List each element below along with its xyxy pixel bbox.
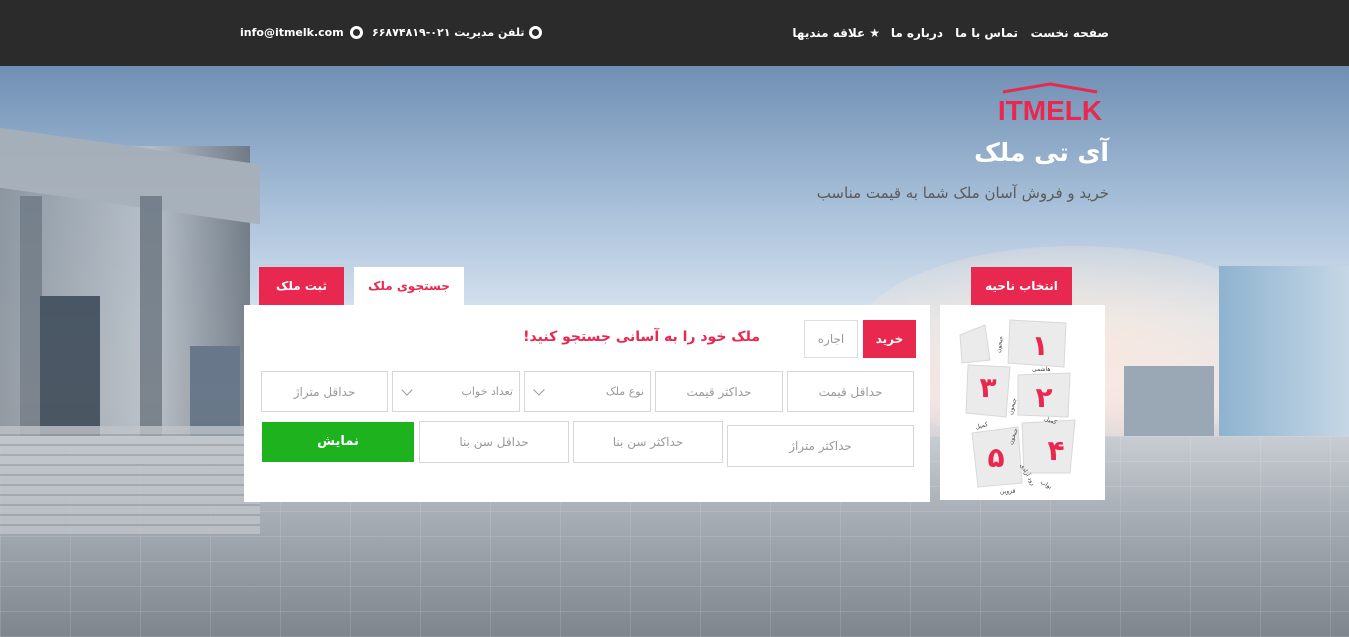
min-building-age-input[interactable] — [419, 421, 569, 463]
phone-icon — [529, 26, 543, 39]
tab-register-property[interactable]: ثبت ملک — [259, 267, 344, 305]
tab-select-region[interactable]: انتخاب ناحیه — [971, 267, 1072, 305]
nav-favorites-label: علاقه مندیها — [792, 26, 866, 40]
map-street-6: نواب — [1039, 479, 1053, 491]
phone-text: تلفن مدیریت ۰۲۱-۶۶۸۷۴۸۱۹ — [372, 26, 525, 39]
map-street-2: جیحون — [995, 335, 1005, 353]
map-zone-label-2: ۲ — [1035, 381, 1052, 414]
email-icon — [349, 26, 363, 39]
tagline: خرید و فروش آسان ملک شما به قیمت مناسب — [816, 184, 1109, 202]
map-zone-label-5: ۵ — [987, 441, 1004, 474]
property-type-select[interactable]: نوع ملک — [524, 371, 651, 412]
contact-email[interactable]: info@itmelk.com — [240, 26, 363, 39]
max-price-input[interactable] — [655, 371, 783, 412]
show-results-button[interactable]: نمایش — [262, 422, 414, 462]
region-map: ۱ ۲ ۳ ۴ ۵ هاشمی جیحون جیحون کمیل کمیل نو… — [959, 319, 1076, 495]
chevron-down-icon — [401, 383, 413, 396]
min-area-input[interactable] — [261, 371, 388, 412]
site-name: آی تی ملک — [974, 138, 1109, 167]
map-street-7: قزوین — [1000, 488, 1015, 495]
nav-contact-link[interactable]: تماس با ما — [955, 26, 1018, 40]
min-price-input[interactable] — [787, 371, 914, 412]
region-map-panel: ۱ ۲ ۳ ۴ ۵ هاشمی جیحون جیحون کمیل کمیل نو… — [940, 305, 1105, 500]
nav-favorites-link[interactable]: ★ علاقه مندیها — [792, 26, 880, 40]
map-zone-label-3: ۳ — [979, 371, 996, 404]
search-heading: ملک خود را به آسانی جستجو کنید! — [523, 329, 760, 345]
max-building-age-input[interactable] — [573, 421, 723, 463]
rent-toggle-button[interactable]: اجاره — [804, 320, 858, 358]
email-text: info@itmelk.com — [240, 26, 344, 39]
itmelk-logo[interactable]: ITMELK — [995, 82, 1105, 124]
bedrooms-select[interactable]: تعداد خواب — [392, 371, 520, 412]
chevron-down-icon — [533, 383, 545, 396]
nav-about-link[interactable]: درباره ما — [891, 26, 943, 40]
nav-home-link[interactable]: صفحه نخست — [1031, 26, 1109, 40]
map-street-3: جیحون — [1007, 397, 1018, 415]
logo-text: ITMELK — [998, 95, 1102, 124]
map-zone-label-1: ۱ — [1031, 329, 1048, 362]
buy-toggle-button[interactable]: خرید — [863, 320, 916, 358]
property-type-label: نوع ملک — [605, 385, 644, 398]
map-street-5: کمیل — [975, 421, 989, 431]
contact-phone: تلفن مدیریت ۰۲۱-۶۶۸۷۴۸۱۹ — [372, 26, 543, 39]
star-icon: ★ — [869, 26, 880, 40]
top-navbar: صفحه نخست تماس با ما درباره ما ★ علاقه م… — [0, 0, 1349, 66]
map-street-1: هاشمی — [1032, 366, 1051, 373]
map-zone-label-4: ۴ — [1047, 434, 1064, 467]
bedrooms-label: تعداد خواب — [461, 385, 514, 398]
stairs-image — [0, 426, 260, 536]
max-area-input[interactable] — [727, 425, 914, 467]
tab-search-property[interactable]: جستجوی ملک — [354, 267, 464, 305]
